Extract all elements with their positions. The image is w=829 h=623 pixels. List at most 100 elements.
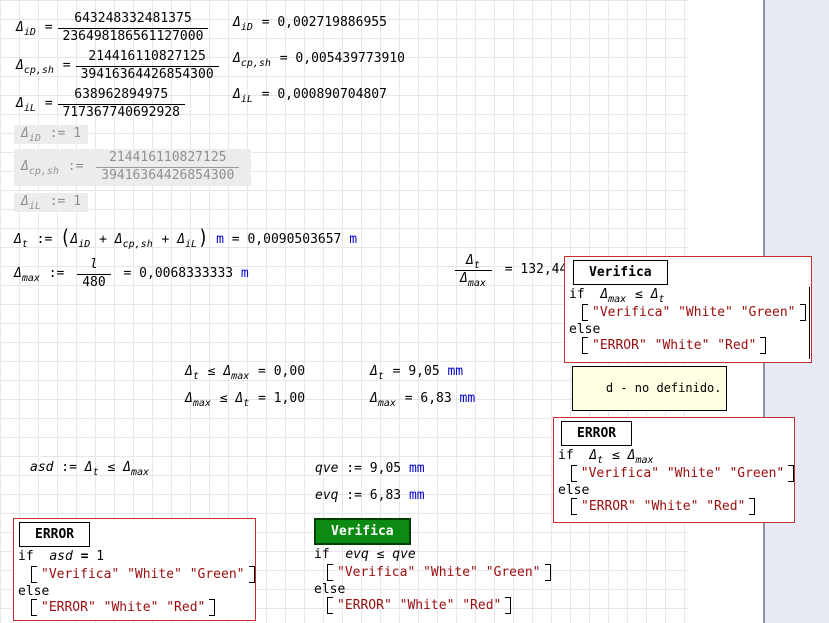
if-line[interactable]: if Δt ≤ Δmax xyxy=(558,447,794,464)
selection-rectangle-bottom-left[interactable]: ERROR if asd = 1 "Verifica" "White" "Gre… xyxy=(13,518,256,621)
region-ineq-t-le-max[interactable]: Δt ≤ Δmax = 0,00 xyxy=(185,365,305,380)
definition-rhs: = 0,0068333333 m xyxy=(116,267,249,282)
region-delta-t-value[interactable]: Δt = 9,05 mm xyxy=(370,365,463,380)
else-values-line[interactable]: "ERROR" "White" "Red" xyxy=(571,498,794,515)
matrix-bracket-left xyxy=(571,465,577,482)
denominator: 717367740692928 xyxy=(58,104,185,121)
region-qve-definition[interactable]: qve := 9,05 mm xyxy=(315,462,425,477)
inequality-text: Δmax ≤ Δt = 1,00 xyxy=(185,392,305,407)
region-delta-cpsh-definition-disabled[interactable]: Δcp,sh := 214416110827125 39416364426854… xyxy=(14,149,251,186)
else-values: "ERROR" "White" "Red" xyxy=(337,598,501,613)
region-delta-iD-exact[interactable]: ΔiD = 643248332481375 236498186561127000 xyxy=(16,12,213,45)
result-text: ΔiD = 0,002719886955 xyxy=(233,16,387,31)
numerator: 214416110827125 xyxy=(104,151,231,167)
else-keyword: else xyxy=(558,483,589,498)
numerator: 214416110827125 xyxy=(83,50,210,66)
if-line[interactable]: if Δmax ≤ Δt xyxy=(569,286,811,303)
result-text: ΔiL = 0,000890704807 xyxy=(233,88,387,103)
region-delta-t-definition[interactable]: Δt := (ΔiD + Δcp,sh + ΔiL) m = 0,0090503… xyxy=(14,229,357,249)
then-line[interactable]: "Verifica" "White" "Green" xyxy=(582,304,811,321)
matrix-bracket-right xyxy=(505,597,511,614)
fraction: l 480 xyxy=(77,258,110,291)
matrix-bracket-left xyxy=(327,564,333,581)
denominator: 39416364426854300 xyxy=(96,167,239,184)
program-block-bottom-mid[interactable]: Verifica if evq ≤ qve "Verifica" "White"… xyxy=(314,516,559,615)
if-line[interactable]: if asd = 1 xyxy=(18,548,255,565)
matrix-bracket-right xyxy=(545,564,551,581)
region-delta-cpsh-exact[interactable]: Δcp,sh = 214416110827125 394163644268543… xyxy=(16,50,224,83)
value-text: Δt = 9,05 mm xyxy=(370,365,463,380)
definition-lhs: Δcp,sh := xyxy=(21,160,91,175)
definition-text: qve := 9,05 mm xyxy=(315,462,425,477)
region-delta-iL-exact[interactable]: ΔiL = 638962894975 717367740692928 xyxy=(16,88,190,121)
inequality-text: Δt ≤ Δmax = 0,00 xyxy=(185,365,305,380)
value-text: Δmax = 6,83 mm xyxy=(370,392,475,407)
then-line[interactable]: "Verifica" "White" "Green" xyxy=(327,564,559,581)
if-line[interactable]: if evq ≤ qve xyxy=(314,546,559,563)
matrix-bracket-right xyxy=(760,337,766,354)
else-values: "ERROR" "White" "Red" xyxy=(41,600,205,615)
program-header-verifica[interactable]: Verifica xyxy=(573,260,668,285)
region-delta-iL-definition-disabled[interactable]: ΔiL := 1 xyxy=(14,193,88,212)
if-condition: if asd = 1 xyxy=(18,549,104,564)
matrix-bracket-left xyxy=(582,304,588,321)
fraction: Δt Δmax xyxy=(455,254,492,287)
region-ineq-max-le-t[interactable]: Δmax ≤ Δt = 1,00 xyxy=(185,392,305,407)
else-line[interactable]: else xyxy=(314,582,559,596)
matrix-bracket-left xyxy=(31,599,37,616)
if-condition: if Δt ≤ Δmax xyxy=(558,448,655,463)
matrix-bracket-left xyxy=(571,498,577,515)
then-line[interactable]: "Verifica" "White" "Green" xyxy=(571,465,794,482)
matrix-bracket-right xyxy=(788,465,794,482)
region-delta-cpsh-result[interactable]: Δcp,sh = 0,005439773910 xyxy=(233,52,405,67)
else-line[interactable]: else xyxy=(558,483,794,497)
then-values: "Verifica" "White" "Green" xyxy=(337,565,541,580)
program-header-error[interactable]: ERROR xyxy=(19,522,90,547)
denominator: 39416364426854300 xyxy=(76,66,219,83)
definition-lhs: Δmax := xyxy=(14,267,72,282)
denominator: 236498186561127000 xyxy=(58,28,209,45)
region-delta-max-value[interactable]: Δmax = 6,83 mm xyxy=(370,392,475,407)
denominator: 480 xyxy=(77,274,110,291)
matrix-bracket-right xyxy=(209,599,215,616)
region-asd-definition[interactable]: asd := Δt ≤ Δmax xyxy=(30,461,150,476)
matrix-bracket-left xyxy=(582,337,588,354)
definition-text: ΔiL := 1 xyxy=(21,195,81,210)
region-evq-definition[interactable]: evq := 6,83 mm xyxy=(315,489,425,504)
numerator: Δt xyxy=(461,254,486,270)
matrix-bracket-left xyxy=(327,597,333,614)
delta-iD-lhs: ΔiD = xyxy=(16,21,53,36)
then-values: "Verifica" "White" "Green" xyxy=(41,567,245,582)
else-values-line[interactable]: "ERROR" "White" "Red" xyxy=(582,337,811,354)
else-values-line[interactable]: "ERROR" "White" "Red" xyxy=(31,599,255,616)
program-header-error[interactable]: ERROR xyxy=(561,421,632,446)
else-values: "ERROR" "White" "Red" xyxy=(581,499,745,514)
definition-text: evq := 6,83 mm xyxy=(315,489,425,504)
error-tooltip: d - no definido. xyxy=(572,366,727,411)
else-values-line[interactable]: "ERROR" "White" "Red" xyxy=(327,597,559,614)
else-line[interactable]: else xyxy=(569,322,811,336)
result-text: Δcp,sh = 0,005439773910 xyxy=(233,52,405,67)
else-line[interactable]: else xyxy=(18,584,255,598)
selection-rectangle-mid-right[interactable]: ERROR if Δt ≤ Δmax "Verifica" "White" "G… xyxy=(553,417,795,523)
worksheet-canvas: ΔiD = 643248332481375 236498186561127000… xyxy=(0,0,829,623)
numerator: 643248332481375 xyxy=(69,12,196,28)
delta-cpsh-lhs: Δcp,sh = xyxy=(16,59,71,74)
program-header-verifica-green[interactable]: Verifica xyxy=(314,518,411,545)
definition-text: asd := Δt ≤ Δmax xyxy=(30,461,150,476)
fraction: 643248332481375 236498186561127000 xyxy=(58,12,209,45)
region-delta-max-definition[interactable]: Δmax := l 480 = 0,0068333333 m xyxy=(14,258,249,291)
program-right-bar xyxy=(809,287,810,359)
definition-text: Δt := (ΔiD + Δcp,sh + ΔiL) m = 0,0090503… xyxy=(14,229,357,249)
then-values: "Verifica" "White" "Green" xyxy=(581,466,785,481)
region-delta-iL-result[interactable]: ΔiL = 0,000890704807 xyxy=(233,88,387,103)
else-values: "ERROR" "White" "Red" xyxy=(592,338,756,353)
selection-rectangle-top-right[interactable]: Verifica if Δmax ≤ Δt "Verifica" "White"… xyxy=(564,256,812,363)
then-line[interactable]: "Verifica" "White" "Green" xyxy=(31,566,255,583)
definition-text: ΔiD := 1 xyxy=(21,127,81,142)
matrix-bracket-right xyxy=(800,304,806,321)
fraction: 638962894975 717367740692928 xyxy=(58,88,185,121)
region-delta-iD-result[interactable]: ΔiD = 0,002719886955 xyxy=(233,16,387,31)
fraction: 214416110827125 39416364426854300 xyxy=(76,50,219,83)
region-delta-iD-definition-disabled[interactable]: ΔiD := 1 xyxy=(14,125,88,144)
